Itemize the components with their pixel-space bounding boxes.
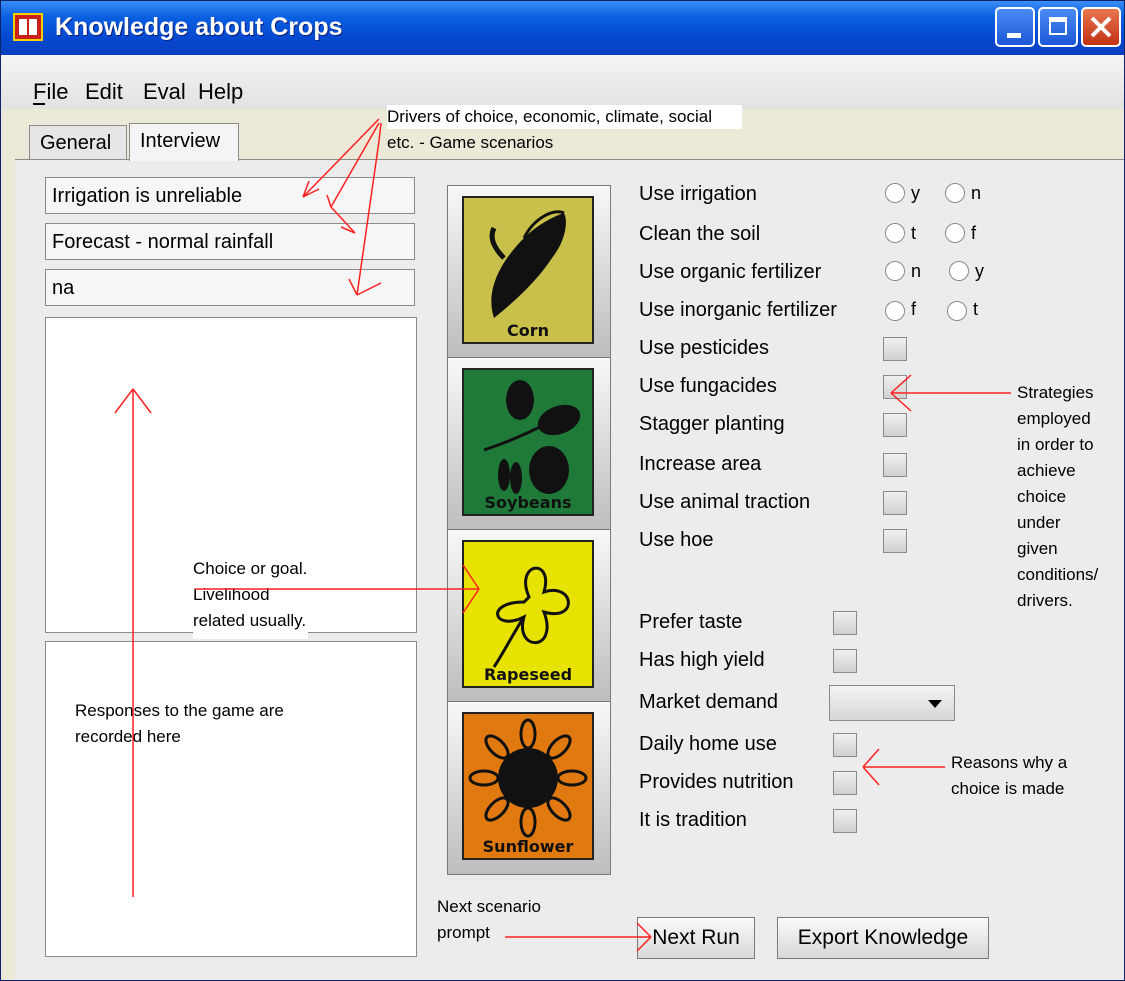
checkbox-animal-traction[interactable] [883,491,907,515]
annotation-strategies-5: choice [1017,487,1067,506]
annotation-choice-line3: related usually. [193,609,309,639]
checkbox-high-yield[interactable] [833,649,857,673]
checkbox-nutrition[interactable] [833,771,857,795]
radio-inorganic-fertilizer-t[interactable] [947,301,967,321]
app-window: Knowledge about Crops File Edit Eval Hel… [0,0,1125,981]
tab-general[interactable]: General [29,125,127,159]
annotation-strategies-8: conditions/ [1017,565,1099,584]
strategy-label-organic-fertilizer: Use organic fertilizer [639,261,822,283]
strategy-label-fungacides: Use fungacides [639,375,777,397]
checkbox-fungacides[interactable] [883,375,907,399]
annotation-strategies-2: employed [1017,409,1091,428]
annotation-strategies-4: achieve [1017,461,1076,480]
radio-option-label: y [911,183,920,203]
annotation-next-line2: prompt [437,923,490,942]
strategy-label-increase-area: Increase area [639,453,762,475]
driver-field-irrigation[interactable]: Irrigation is unreliable [45,177,415,214]
strategy-label-irrigation: Use irrigation [639,183,757,205]
crop-button-rapeseed[interactable]: Rapeseed [447,529,611,703]
export-knowledge-button[interactable]: Export Knowledge [777,917,989,959]
checkbox-daily-home-use[interactable] [833,733,857,757]
sunflower-icon: Sunflower [462,712,594,860]
radio-option-label: f [911,299,917,319]
checkbox-prefer-taste[interactable] [833,611,857,635]
radio-irrigation-n[interactable] [945,183,965,203]
radio-organic-fertilizer-y[interactable] [949,261,969,281]
strategy-label-pesticides: Use pesticides [639,337,770,359]
annotation-responses-line2: recorded here [75,727,181,746]
strategy-label-clean-soil: Clean the soil [639,223,761,245]
crop-button-soybeans[interactable]: Soybeans [447,357,611,531]
minimize-icon[interactable] [995,7,1035,47]
responses-area[interactable] [45,641,417,957]
checkbox-tradition[interactable] [833,809,857,833]
reason-label-taste: Prefer taste [639,611,743,633]
crop-button-sunflower[interactable]: Sunflower [447,701,611,875]
radio-option-label: t [911,223,917,243]
corn-icon: Corn [462,196,594,344]
strategy-label-inorganic-fertilizer: Use inorganic fertilizer [639,299,837,321]
reason-label-home-use: Daily home use [639,733,777,755]
annotation-drivers-line1: Drivers of choice, economic, climate, so… [387,105,743,129]
radio-inorganic-fertilizer-f[interactable] [885,301,905,321]
annotation-next-line1: Next scenario [437,897,541,916]
annotation-strategies-7: given [1017,539,1058,558]
radio-option-label: t [973,299,979,319]
reason-label-tradition: It is tradition [639,809,747,831]
checkbox-hoe[interactable] [883,529,907,553]
strategy-label-hoe: Use hoe [639,529,714,551]
annotation-choice-line2: Livelihood [193,583,270,607]
annotation-strategies-3: in order to [1017,435,1094,454]
maximize-icon[interactable] [1038,7,1078,47]
radio-clean-soil-f[interactable] [945,223,965,243]
radio-option-label: f [971,223,977,243]
radio-option-label: n [911,261,922,281]
radio-option-label: y [975,261,984,281]
close-icon[interactable] [1081,7,1121,47]
checkbox-stagger-planting[interactable] [883,413,907,437]
title-bar[interactable]: Knowledge about Crops [1,1,1124,55]
reason-label-nutrition: Provides nutrition [639,771,794,793]
annotation-choice-line1: Choice or goal. [193,557,308,581]
crop-label: Soybeans [484,493,572,512]
app-icon [13,13,43,41]
radio-irrigation-y[interactable] [885,183,905,203]
annotation-strategies-6: under [1017,513,1061,532]
strategy-label-animal-traction: Use animal traction [639,491,811,513]
reason-label-yield: Has high yield [639,649,765,671]
next-run-button[interactable]: Next Run [637,917,755,959]
radio-organic-fertilizer-n[interactable] [885,261,905,281]
driver-field-forecast[interactable]: Forecast - normal rainfall [45,223,415,260]
annotation-reasons-line1: Reasons why a [951,753,1068,772]
radio-clean-soil-t[interactable] [885,223,905,243]
crop-button-corn[interactable]: Corn [447,185,611,359]
window-title: Knowledge about Crops [55,13,343,41]
driver-field-other[interactable]: na [45,269,415,306]
rapeseed-icon: Rapeseed [462,540,594,688]
file-mnemonic-underline [33,103,45,105]
checkbox-pesticides[interactable] [883,337,907,361]
soybean-icon: Soybeans [462,368,594,516]
radio-option-label: n [971,183,982,203]
annotation-strategies-9: drivers. [1017,591,1073,610]
annotation-drivers-line2: etc. - Game scenarios [387,133,554,152]
annotation-strategies-1: Strategies [1017,383,1094,402]
checkbox-increase-area[interactable] [883,453,907,477]
strategy-label-stagger-planting: Stagger planting [639,413,785,435]
annotation-reasons-line2: choice is made [951,779,1065,798]
reason-label-market-demand: Market demand [639,691,778,713]
menu-edit[interactable]: Edit [85,79,123,105]
menu-eval[interactable]: Eval [143,79,186,105]
chevron-down-icon [928,700,942,708]
crop-label: Corn [506,321,549,340]
market-demand-select[interactable] [829,685,955,721]
annotation-responses-line1: Responses to the game are [75,701,284,720]
crop-label: Rapeseed [483,665,573,684]
menu-help[interactable]: Help [198,79,243,105]
menu-file[interactable]: File [33,79,68,105]
tab-interview[interactable]: Interview [129,123,239,161]
crop-label: Sunflower [482,837,574,856]
